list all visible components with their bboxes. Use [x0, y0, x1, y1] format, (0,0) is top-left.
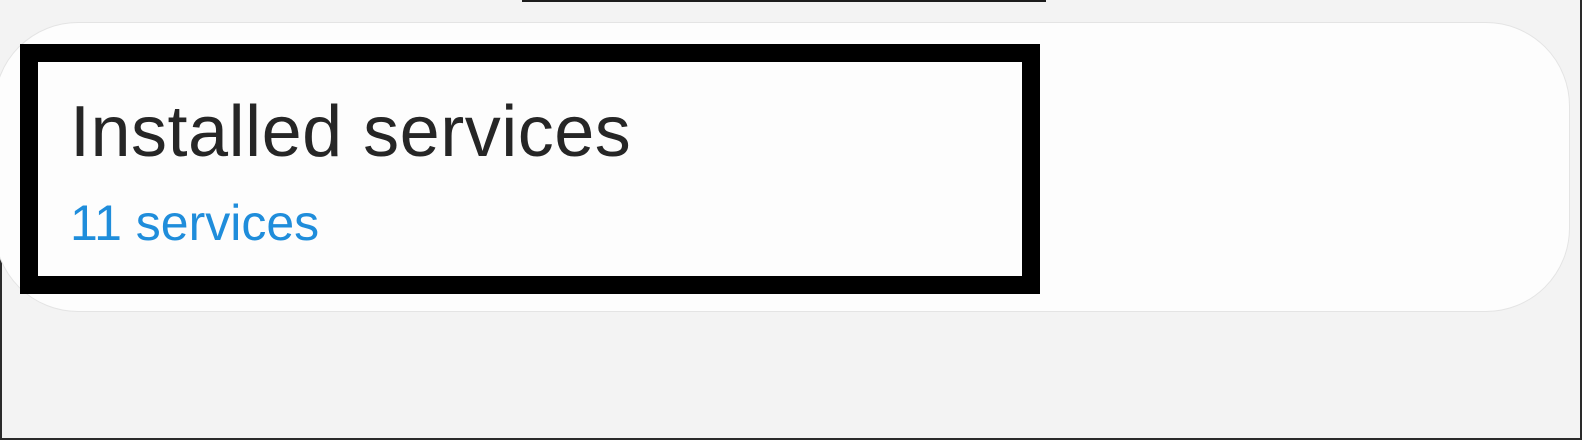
installed-services-title: Installed services: [70, 92, 632, 172]
top-divider: [522, 0, 1046, 2]
services-count: 11 services: [70, 195, 320, 251]
